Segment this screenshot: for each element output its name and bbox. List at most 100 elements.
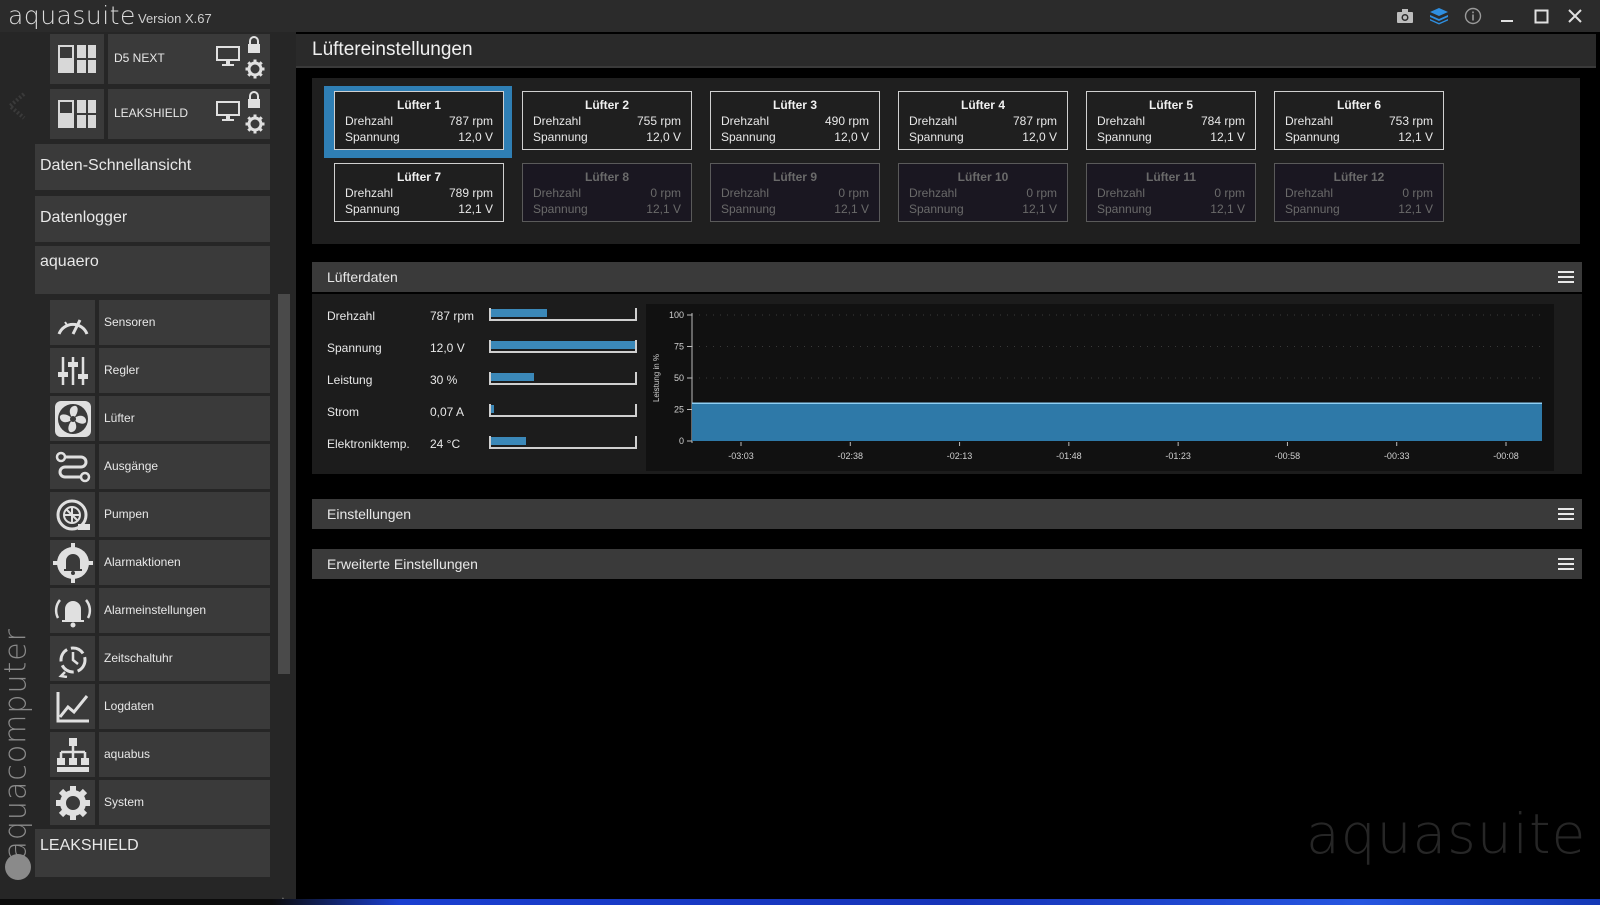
fan-card[interactable]: Lüfter 12 Drehzahl 0 rpm Spannung 12,1 V: [1274, 163, 1444, 222]
gear-icon[interactable]: [245, 59, 265, 79]
chart-x-tick-label: -00:33: [1384, 451, 1410, 461]
fan-card[interactable]: Lüfter 3 Drehzahl 490 rpm Spannung 12,0 V: [710, 91, 880, 150]
fan-rpm-value: 0 rpm: [1402, 186, 1433, 200]
fan-voltage-key: Spannung: [345, 202, 400, 216]
fan-voltage-value: 12,0 V: [1022, 130, 1057, 144]
sidebar-item-alarmaktionen[interactable]: Alarmaktionen: [50, 540, 270, 585]
section-advanced-header[interactable]: Erweiterte Einstellungen: [312, 549, 1582, 579]
fan-card[interactable]: Lüfter 6 Drehzahl 753 rpm Spannung 12,1 V: [1274, 91, 1444, 150]
fan-voltage-value: 12,1 V: [646, 202, 681, 216]
nav-group-leakshield[interactable]: LEAKSHIELD: [35, 829, 270, 877]
chart-y-tick-label: 0: [679, 436, 684, 446]
lock-icon[interactable]: [246, 36, 262, 54]
fan-card[interactable]: Lüfter 9 Drehzahl 0 rpm Spannung 12,1 V: [710, 163, 880, 222]
fan-voltage-key: Spannung: [1285, 130, 1340, 144]
sidebar-item-zeitschaltuhr[interactable]: Zeitschaltuhr: [50, 636, 270, 681]
fan-card[interactable]: Lüfter 11 Drehzahl 0 rpm Spannung 12,1 V: [1086, 163, 1256, 222]
monitor-icon[interactable]: [216, 101, 240, 121]
fan-voltage-key: Spannung: [345, 130, 400, 144]
layers-icon[interactable]: [1422, 4, 1456, 28]
nav-group-aquaero[interactable]: aquaero: [35, 246, 270, 294]
device-d5-next[interactable]: D5 NEXT: [50, 34, 270, 84]
outputs-icon: [50, 444, 95, 489]
fan-data-bar-fill: [491, 405, 494, 413]
alarm-bell-icon: [50, 540, 95, 585]
fan-data-bar: [489, 404, 637, 417]
fan-card[interactable]: Lüfter 10 Drehzahl 0 rpm Spannung 12,1 V: [898, 163, 1068, 222]
section-settings-header[interactable]: Einstellungen: [312, 499, 1582, 529]
section-label: Lüfterdaten: [327, 269, 398, 285]
fan-rpm-value: 490 rpm: [824, 114, 869, 128]
fan-card[interactable]: Lüfter 7 Drehzahl 789 rpm Spannung 12,1 V: [334, 163, 504, 222]
fan-voltage-value: 12,1 V: [1398, 130, 1433, 144]
desktop-strip: [0, 899, 1600, 905]
nav-quick-view[interactable]: Daten-Schnellansicht: [35, 144, 270, 190]
lock-icon[interactable]: [246, 91, 262, 109]
sidebar-item-ausgaenge[interactable]: Ausgänge: [50, 444, 270, 489]
sidebar-item-logdaten[interactable]: Logdaten: [50, 684, 270, 729]
fan-voltage-key: Spannung: [533, 202, 588, 216]
sidebar-item-label: Alarmeinstellungen: [104, 603, 207, 617]
fan-card-title: Lüfter 12: [1333, 170, 1385, 184]
collapse-arrow-icon[interactable]: [6, 92, 30, 120]
fan-data-bar: [489, 308, 637, 321]
menu-icon[interactable]: [1558, 556, 1574, 572]
monitor-icon[interactable]: [216, 46, 240, 66]
gauge-icon: [50, 300, 95, 345]
sidebar-item-label: Pumpen: [104, 507, 149, 521]
minimize-icon[interactable]: [1490, 4, 1524, 28]
fan-data-panel: Drehzahl 787 rpm Spannung 12,0 V Leistung 30 …: [312, 294, 1582, 474]
fan-data-row: Drehzahl 787 rpm: [327, 306, 637, 326]
info-icon[interactable]: [1456, 4, 1490, 28]
nav-quick-view-label: Daten-Schnellansicht: [40, 157, 192, 174]
fan-data-value: 787 rpm: [430, 309, 475, 323]
log-chart-icon: [50, 684, 95, 729]
fan-rpm-value: 753 rpm: [1388, 114, 1433, 128]
chart-x-tick-label: -03:03: [728, 451, 754, 461]
menu-icon[interactable]: [1558, 269, 1574, 285]
fan-rpm-key: Drehzahl: [1285, 186, 1334, 200]
fan-rpm-value: 0 rpm: [838, 186, 869, 200]
chart-x-tick-label: -01:23: [1165, 451, 1191, 461]
watermark: aquasuite: [1306, 802, 1587, 866]
pump-icon: [50, 492, 95, 537]
sidebar-item-regler[interactable]: Regler: [50, 348, 270, 393]
device-leakshield[interactable]: LEAKSHIELD: [50, 89, 270, 139]
fan-rpm-value: 787 rpm: [448, 114, 493, 128]
fan-card[interactable]: Lüfter 8 Drehzahl 0 rpm Spannung 12,1 V: [522, 163, 692, 222]
sidebar-item-system[interactable]: System: [50, 780, 270, 825]
sidebar-item-alarmeinstellungen[interactable]: Alarmeinstellungen: [50, 588, 270, 633]
chart-series-area: [692, 403, 1542, 441]
section-fan-data-header[interactable]: Lüfterdaten: [312, 262, 1582, 292]
camera-icon[interactable]: [1388, 4, 1422, 28]
sidebar-scrollbar[interactable]: [278, 294, 290, 674]
fan-card-title: Lüfter 10: [957, 170, 1009, 184]
sidebar-item-sensoren[interactable]: Sensoren: [50, 300, 270, 345]
sidebar-item-luefter[interactable]: Lüfter: [50, 396, 270, 441]
network-icon: [50, 732, 95, 777]
fan-data-label: Leistung: [327, 373, 373, 387]
app-version: Version X.67: [138, 11, 212, 26]
fan-card[interactable]: Lüfter 4 Drehzahl 787 rpm Spannung 12,0 V: [898, 91, 1068, 150]
fan-card[interactable]: Lüfter 1 Drehzahl 787 rpm Spannung 12,0 V: [334, 91, 504, 150]
sidebar-item-aquabus[interactable]: aquabus: [50, 732, 270, 777]
fan-card[interactable]: Lüfter 2 Drehzahl 755 rpm Spannung 12,0 V: [522, 91, 692, 150]
sidebar-item-pumpen[interactable]: Pumpen: [50, 492, 270, 537]
sidebar-item-label: System: [104, 795, 145, 809]
close-icon[interactable]: [1558, 4, 1592, 28]
fan-rpm-key: Drehzahl: [533, 186, 582, 200]
section-label: Einstellungen: [327, 506, 412, 522]
fan-rpm-key: Drehzahl: [1097, 186, 1146, 200]
menu-icon[interactable]: [1558, 506, 1574, 522]
sidebar: aquacomputer D5 NEXT LEAKSHIELD Daten-Sc…: [0, 32, 296, 899]
sidebar-item-label: Regler: [104, 363, 140, 377]
fan-rpm-key: Drehzahl: [909, 114, 958, 128]
maximize-icon[interactable]: [1524, 4, 1558, 28]
fan-voltage-value: 12,1 V: [1210, 130, 1245, 144]
gear-icon[interactable]: [245, 114, 265, 134]
section-label: Erweiterte Einstellungen: [327, 556, 478, 572]
fan-card[interactable]: Lüfter 5 Drehzahl 784 rpm Spannung 12,1 V: [1086, 91, 1256, 150]
nav-datalogger[interactable]: Datenlogger: [35, 196, 270, 242]
fan-voltage-key: Spannung: [721, 202, 776, 216]
fan-rpm-value: 787 rpm: [1012, 114, 1057, 128]
